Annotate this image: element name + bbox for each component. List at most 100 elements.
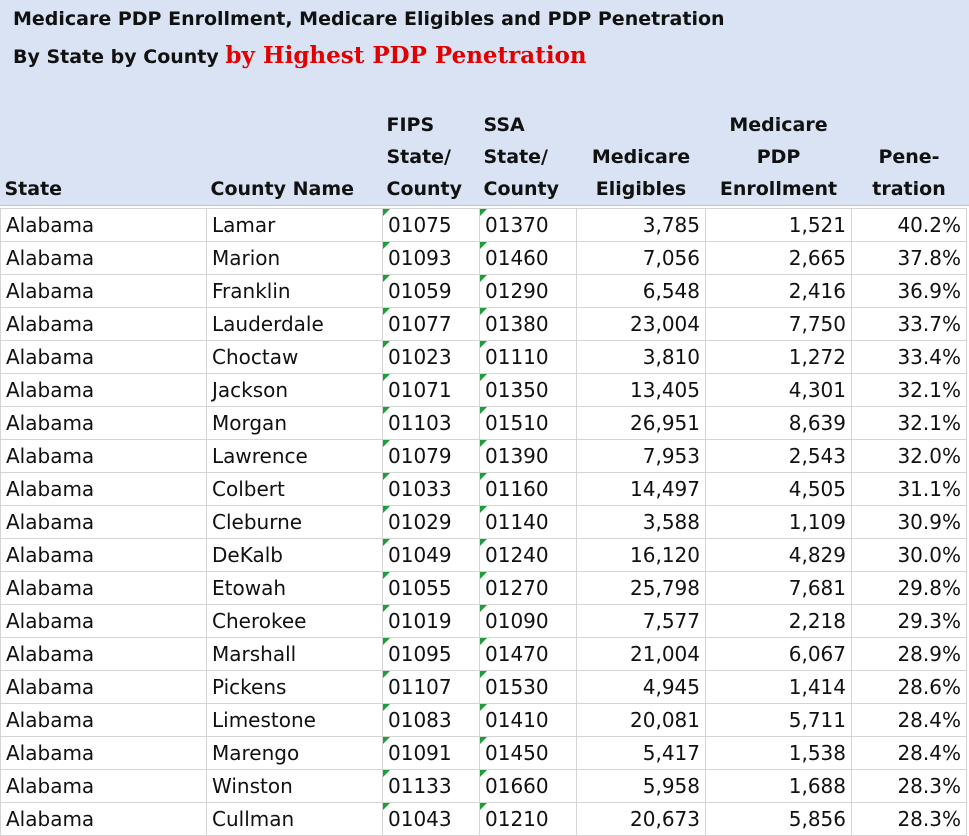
eligibles-cell[interactable]: 20,081 <box>576 703 706 737</box>
fips-cell[interactable]: 01093 <box>382 241 480 275</box>
eligibles-cell[interactable]: 5,958 <box>576 769 706 803</box>
enrollment-cell[interactable]: 1,521 <box>705 208 852 242</box>
fips-cell[interactable]: 01071 <box>382 373 480 407</box>
penetration-cell[interactable]: 32.1% <box>851 373 967 407</box>
fips-cell[interactable]: 01033 <box>382 472 480 506</box>
penetration-cell[interactable]: 28.9% <box>851 637 967 671</box>
enrollment-cell[interactable]: 2,218 <box>705 604 852 638</box>
county-cell[interactable]: Morgan <box>206 406 383 440</box>
ssa-cell[interactable]: 01140 <box>479 505 577 539</box>
fips-cell[interactable]: 01049 <box>382 538 480 572</box>
county-cell[interactable]: Lawrence <box>206 439 383 473</box>
fips-cell[interactable]: 01091 <box>382 736 480 770</box>
eligibles-cell[interactable]: 3,785 <box>576 208 706 242</box>
eligibles-cell[interactable]: 21,004 <box>576 637 706 671</box>
county-cell[interactable]: Franklin <box>206 274 383 308</box>
state-cell[interactable]: Alabama <box>0 472 207 506</box>
state-cell[interactable]: Alabama <box>0 505 207 539</box>
state-cell[interactable]: Alabama <box>0 208 207 242</box>
county-cell[interactable]: Etowah <box>206 571 383 605</box>
ssa-cell[interactable]: 01210 <box>479 802 577 836</box>
state-cell[interactable]: Alabama <box>0 703 207 737</box>
county-cell[interactable]: Pickens <box>206 670 383 704</box>
enrollment-cell[interactable]: 5,856 <box>705 802 852 836</box>
penetration-cell[interactable]: 32.0% <box>851 439 967 473</box>
county-cell[interactable]: Limestone <box>206 703 383 737</box>
enrollment-cell[interactable]: 4,505 <box>705 472 852 506</box>
penetration-cell[interactable]: 29.3% <box>851 604 967 638</box>
state-cell[interactable]: Alabama <box>0 769 207 803</box>
eligibles-cell[interactable]: 7,577 <box>576 604 706 638</box>
penetration-cell[interactable]: 28.3% <box>851 802 967 836</box>
state-cell[interactable]: Alabama <box>0 637 207 671</box>
county-cell[interactable]: Cleburne <box>206 505 383 539</box>
enrollment-cell[interactable]: 4,301 <box>705 373 852 407</box>
enrollment-cell[interactable]: 7,750 <box>705 307 852 341</box>
state-cell[interactable]: Alabama <box>0 406 207 440</box>
enrollment-cell[interactable]: 5,711 <box>705 703 852 737</box>
ssa-cell[interactable]: 01290 <box>479 274 577 308</box>
enrollment-cell[interactable]: 1,272 <box>705 340 852 374</box>
penetration-cell[interactable]: 28.6% <box>851 670 967 704</box>
col-header-county[interactable]: County Name <box>207 107 383 209</box>
col-header-eligibles[interactable]: Medicare Eligibles <box>577 107 706 209</box>
penetration-cell[interactable]: 32.1% <box>851 406 967 440</box>
eligibles-cell[interactable]: 3,588 <box>576 505 706 539</box>
penetration-cell[interactable]: 30.9% <box>851 505 967 539</box>
enrollment-cell[interactable]: 8,639 <box>705 406 852 440</box>
fips-cell[interactable]: 01023 <box>382 340 480 374</box>
ssa-cell[interactable]: 01380 <box>479 307 577 341</box>
county-cell[interactable]: DeKalb <box>206 538 383 572</box>
eligibles-cell[interactable]: 6,548 <box>576 274 706 308</box>
fips-cell[interactable]: 01095 <box>382 637 480 671</box>
ssa-cell[interactable]: 01450 <box>479 736 577 770</box>
ssa-cell[interactable]: 01090 <box>479 604 577 638</box>
fips-cell[interactable]: 01029 <box>382 505 480 539</box>
penetration-cell[interactable]: 28.3% <box>851 769 967 803</box>
enrollment-cell[interactable]: 4,829 <box>705 538 852 572</box>
ssa-cell[interactable]: 01460 <box>479 241 577 275</box>
state-cell[interactable]: Alabama <box>0 736 207 770</box>
state-cell[interactable]: Alabama <box>0 340 207 374</box>
penetration-cell[interactable]: 36.9% <box>851 274 967 308</box>
penetration-cell[interactable]: 33.4% <box>851 340 967 374</box>
fips-cell[interactable]: 01019 <box>382 604 480 638</box>
ssa-cell[interactable]: 01350 <box>479 373 577 407</box>
county-cell[interactable]: Choctaw <box>206 340 383 374</box>
state-cell[interactable]: Alabama <box>0 307 207 341</box>
ssa-cell[interactable]: 01270 <box>479 571 577 605</box>
eligibles-cell[interactable]: 4,945 <box>576 670 706 704</box>
eligibles-cell[interactable]: 23,004 <box>576 307 706 341</box>
eligibles-cell[interactable]: 3,810 <box>576 340 706 374</box>
enrollment-cell[interactable]: 7,681 <box>705 571 852 605</box>
ssa-cell[interactable]: 01530 <box>479 670 577 704</box>
eligibles-cell[interactable]: 14,497 <box>576 472 706 506</box>
enrollment-cell[interactable]: 1,109 <box>705 505 852 539</box>
ssa-cell[interactable]: 01410 <box>479 703 577 737</box>
penetration-cell[interactable]: 37.8% <box>851 241 967 275</box>
enrollment-cell[interactable]: 1,414 <box>705 670 852 704</box>
county-cell[interactable]: Colbert <box>206 472 383 506</box>
county-cell[interactable]: Marion <box>206 241 383 275</box>
col-header-penetration[interactable]: Pene-tration <box>852 107 967 209</box>
state-cell[interactable]: Alabama <box>0 802 207 836</box>
state-cell[interactable]: Alabama <box>0 274 207 308</box>
fips-cell[interactable]: 01055 <box>382 571 480 605</box>
penetration-cell[interactable]: 29.8% <box>851 571 967 605</box>
county-cell[interactable]: Cullman <box>206 802 383 836</box>
ssa-cell[interactable]: 01370 <box>479 208 577 242</box>
county-cell[interactable]: Marshall <box>206 637 383 671</box>
col-header-fips[interactable]: FIPS State/County <box>383 107 480 209</box>
enrollment-cell[interactable]: 1,688 <box>705 769 852 803</box>
ssa-cell[interactable]: 01240 <box>479 538 577 572</box>
fips-cell[interactable]: 01059 <box>382 274 480 308</box>
fips-cell[interactable]: 01133 <box>382 769 480 803</box>
enrollment-cell[interactable]: 2,416 <box>705 274 852 308</box>
enrollment-cell[interactable]: 1,538 <box>705 736 852 770</box>
enrollment-cell[interactable]: 2,543 <box>705 439 852 473</box>
state-cell[interactable]: Alabama <box>0 241 207 275</box>
state-cell[interactable]: Alabama <box>0 670 207 704</box>
fips-cell[interactable]: 01107 <box>382 670 480 704</box>
county-cell[interactable]: Lauderdale <box>206 307 383 341</box>
eligibles-cell[interactable]: 16,120 <box>576 538 706 572</box>
